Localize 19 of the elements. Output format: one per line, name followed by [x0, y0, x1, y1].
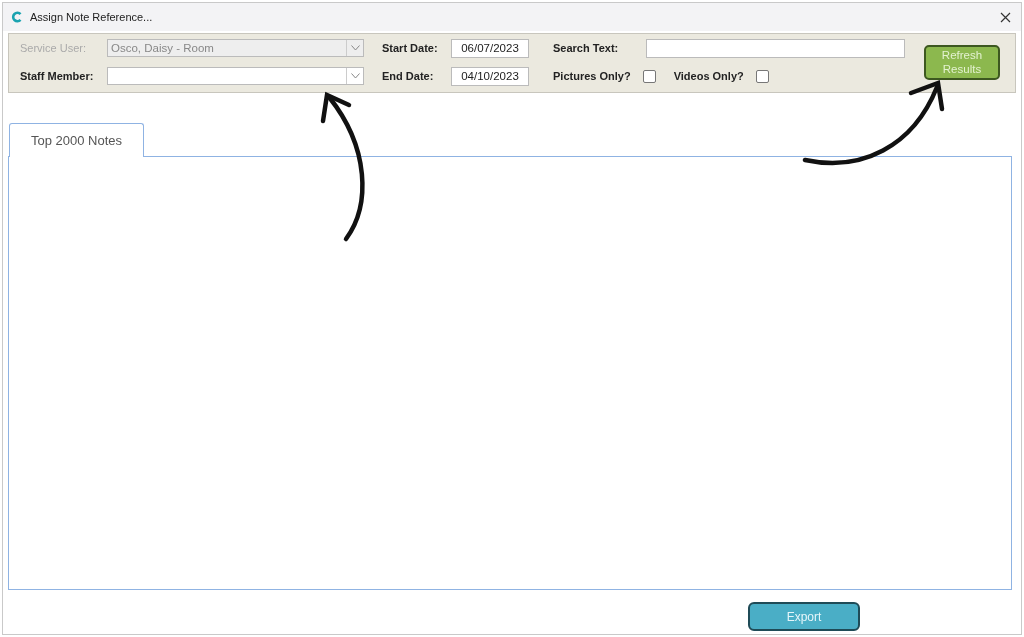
field-label: End Date: [382, 70, 435, 82]
text-field[interactable]: 04/10/2023 [451, 66, 529, 86]
text-field[interactable]: 06/07/2023 [451, 38, 529, 58]
checkbox[interactable] [755, 69, 769, 83]
checkbox-label: Pictures Only? [553, 70, 631, 82]
window-title: Assign Note Reference... [30, 11, 153, 23]
dropdown: Osco, Daisy - Room [107, 39, 364, 57]
chevron-down-icon [350, 73, 360, 79]
chevron-down-icon [350, 45, 360, 51]
tab[interactable]: Top 2000 Notes [9, 123, 145, 157]
field-label: Search Text: [553, 42, 620, 54]
text-field[interactable] [646, 38, 905, 58]
field-label: Service User: [20, 42, 88, 54]
checkbox[interactable] [642, 69, 656, 83]
checkbox-label: Videos Only? [673, 70, 744, 82]
close-icon[interactable] [1000, 11, 1011, 23]
field-label: Start Date: [382, 42, 439, 54]
app-logo-icon [11, 11, 23, 23]
field-label: Staff Member: [20, 70, 95, 82]
